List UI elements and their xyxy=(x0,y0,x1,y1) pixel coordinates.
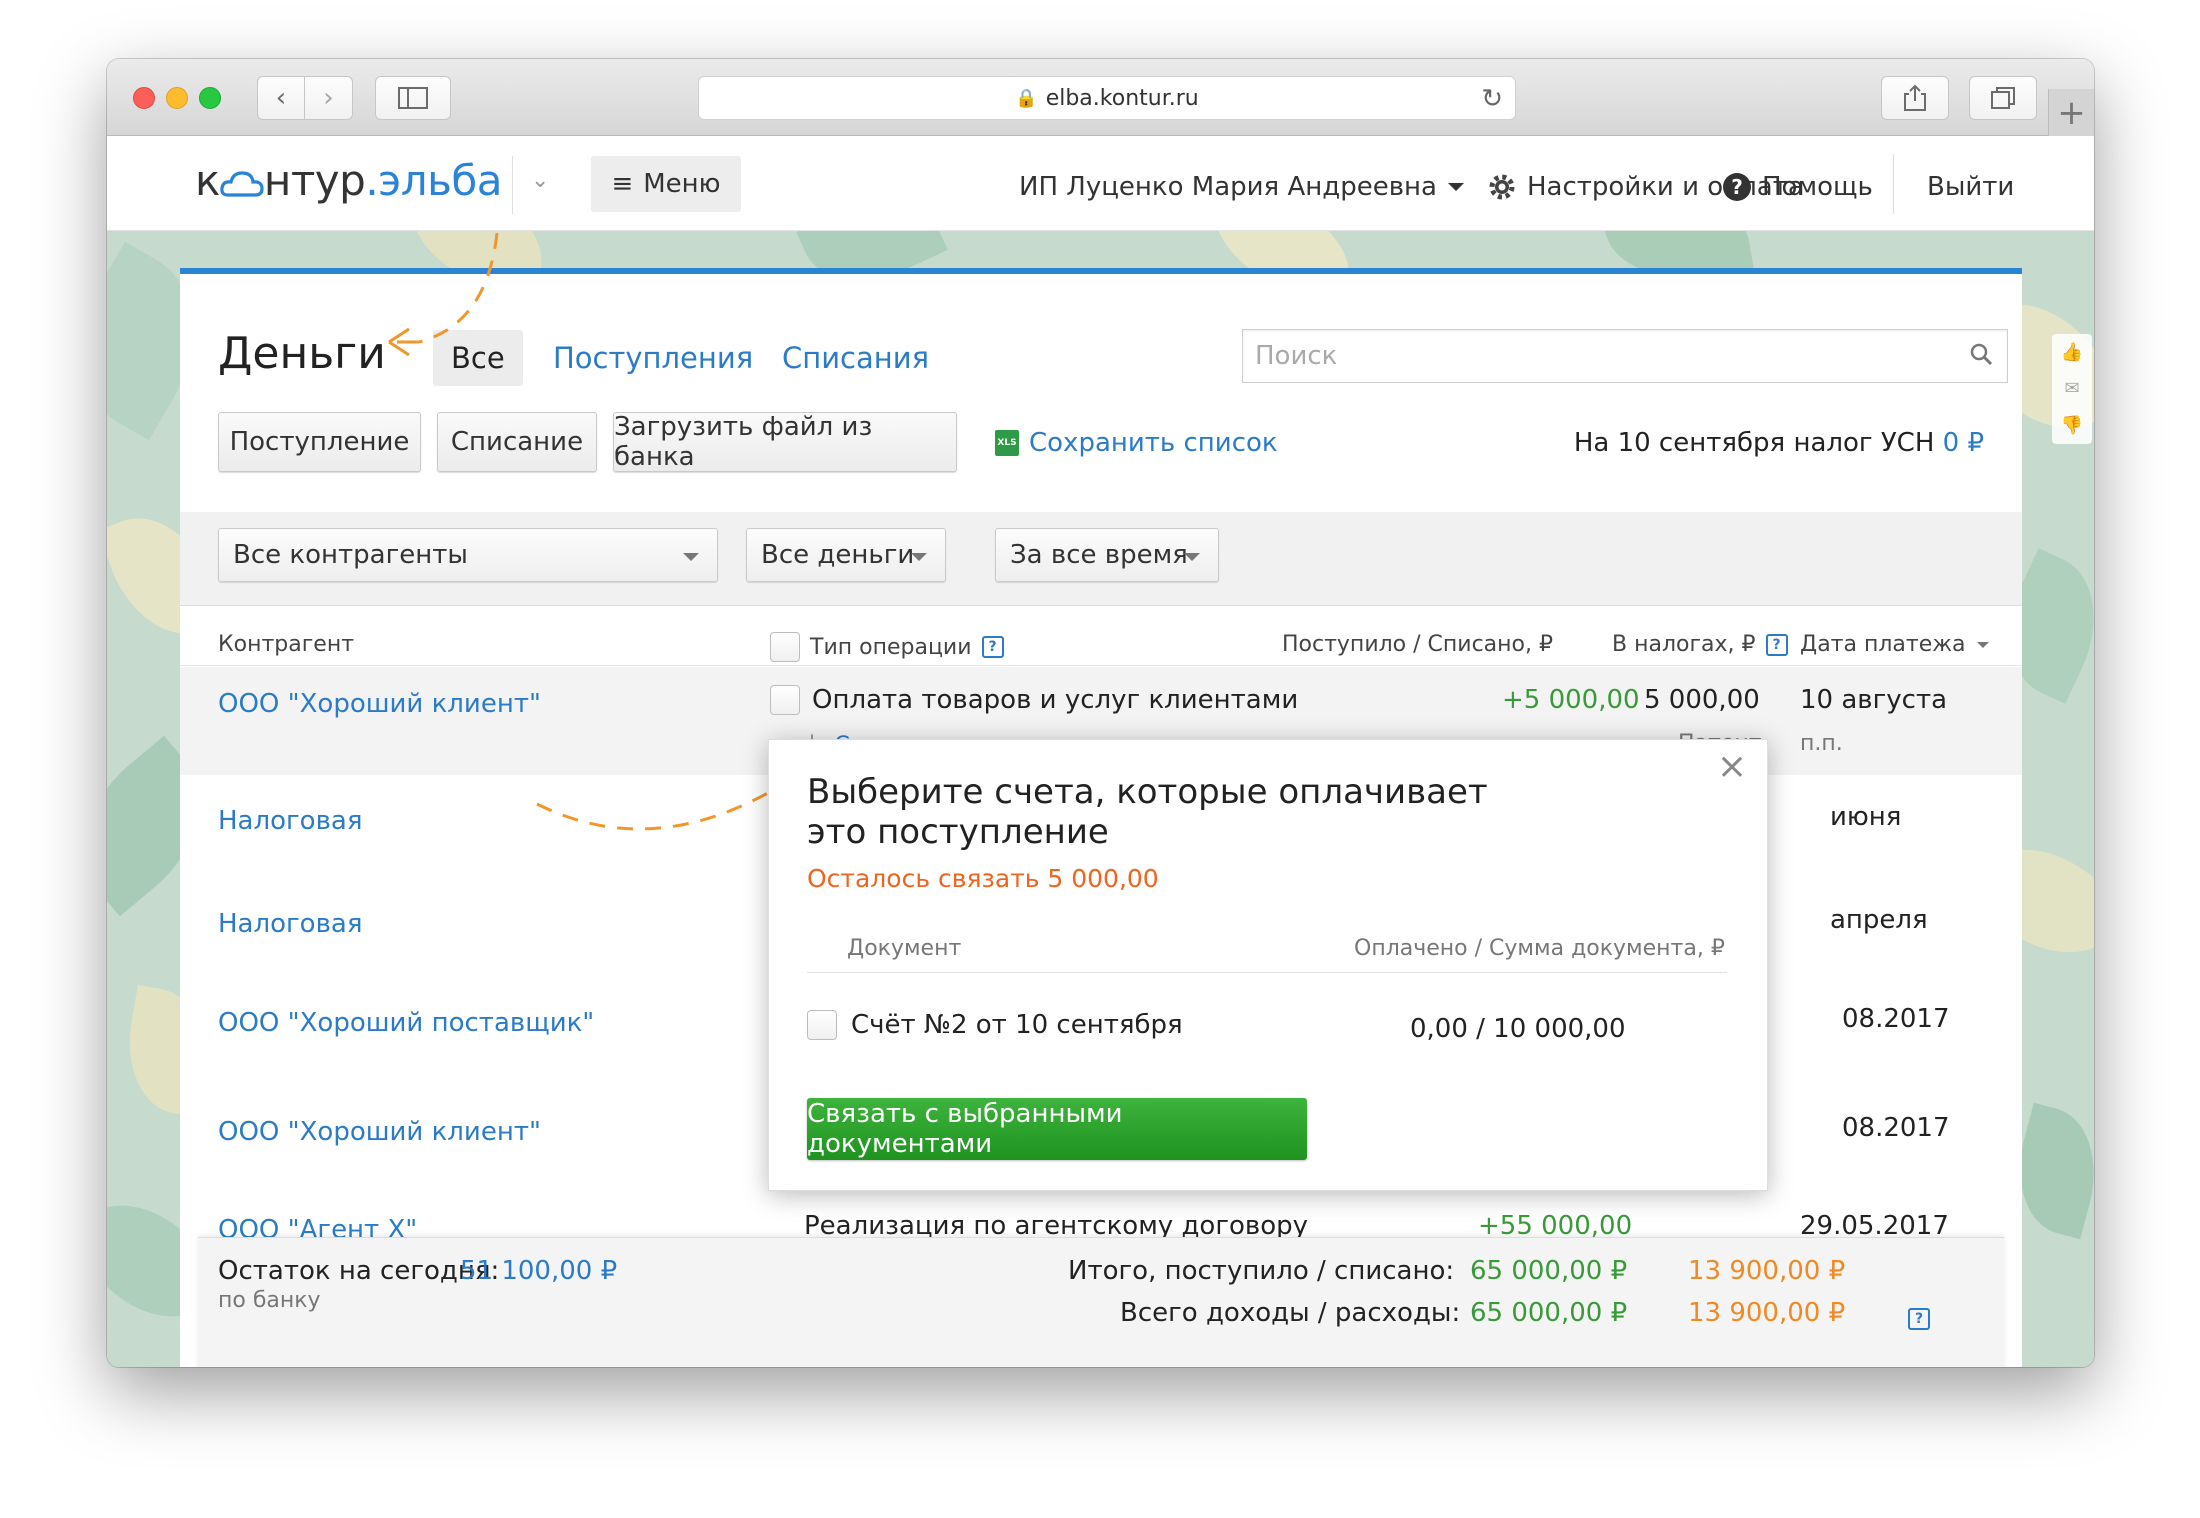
browser-window: ‹ › 🔒 elba.kontur.ru ↻ + к нтур.эльба ⌄ ≡… xyxy=(107,59,2094,1367)
document-checkbox[interactable] xyxy=(807,1010,837,1040)
document-row[interactable]: Счёт №2 от 10 сентября xyxy=(807,1010,1183,1040)
annotation-arrow-menu xyxy=(418,232,499,344)
link-selected-documents-button[interactable]: Связать с выбранными документами xyxy=(807,1098,1307,1160)
document-name: Счёт №2 от 10 сентября xyxy=(851,1010,1183,1040)
popup-title: Выберите счета, которые оплачивает это п… xyxy=(807,772,1488,852)
document-amount: 0,00 / 10 000,00 xyxy=(1410,1014,1626,1044)
popup-divider xyxy=(807,972,1727,973)
popup-col-document: Документ xyxy=(847,936,962,961)
close-icon[interactable]: × xyxy=(1717,746,1747,787)
popup-col-paid: Оплачено / Сумма документа, ₽ xyxy=(1354,936,1725,961)
link-documents-popup: × Выберите счета, которые оплачивает это… xyxy=(768,739,1768,1191)
remaining-amount: Осталось связать 5 000,00 xyxy=(807,864,1159,893)
